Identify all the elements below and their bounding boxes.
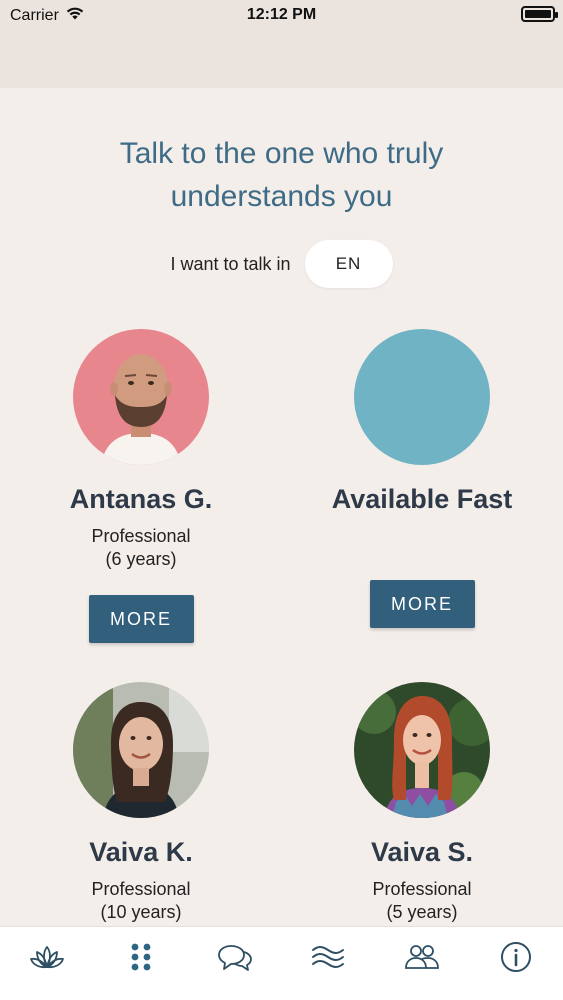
info-icon (500, 941, 532, 978)
language-row: I want to talk in EN (0, 240, 563, 288)
therapist-experience: (10 years) (100, 902, 182, 922)
chat-bubbles-icon (217, 942, 253, 977)
therapist-card[interactable]: Antanas G. Professional (6 years) MORE (21, 329, 261, 643)
title-line-1: Talk to the one who truly (119, 137, 444, 170)
tab-chat[interactable] (205, 936, 265, 984)
therapist-role: Professional (91, 526, 191, 546)
therapist-card[interactable]: Vaiva K. Professional (10 years) (21, 682, 261, 924)
therapist-role: Professional (91, 879, 191, 899)
waves-icon (310, 943, 346, 976)
people-icon (403, 943, 441, 976)
status-bar: Carrier 12:12 PM (0, 0, 563, 30)
status-time: 12:12 PM (246, 6, 317, 23)
therapist-list[interactable]: Talk to the one who truly understands yo… (0, 88, 563, 926)
therapist-name: Vaiva S. (370, 837, 474, 867)
battery-icon (521, 6, 558, 22)
therapist-name: Available Fast (331, 484, 513, 514)
avatar (354, 329, 490, 465)
page-title: Talk to the one who truly understands yo… (40, 132, 523, 218)
therapist-role: Professional (372, 879, 472, 899)
more-button[interactable]: MORE (369, 580, 475, 628)
therapist-name: Vaiva K. (89, 837, 193, 867)
tab-home[interactable] (17, 936, 77, 984)
lotus-icon (29, 943, 65, 976)
nav-header (0, 30, 563, 88)
tab-community[interactable] (392, 936, 452, 984)
therapist-experience: (6 years) (105, 549, 177, 569)
tab-bar (0, 926, 563, 1000)
therapist-name: Antanas G. (69, 484, 213, 514)
title-line-2: understands you (170, 180, 393, 213)
therapist-card[interactable]: Vaiva S. Professional (5 years) (302, 682, 542, 924)
therapist-card[interactable]: Available Fast MORE (302, 329, 542, 628)
more-button[interactable]: MORE (88, 595, 194, 643)
tab-waves[interactable] (298, 936, 358, 984)
avatar (73, 682, 209, 818)
tab-therapists[interactable] (111, 936, 171, 984)
therapist-experience: (5 years) (386, 902, 458, 922)
language-label: I want to talk in (170, 253, 291, 274)
avatar (73, 329, 209, 465)
grid-dots-icon (129, 942, 153, 977)
avatar (354, 682, 490, 818)
tab-info[interactable] (486, 936, 546, 984)
language-selector[interactable]: EN (304, 240, 393, 288)
